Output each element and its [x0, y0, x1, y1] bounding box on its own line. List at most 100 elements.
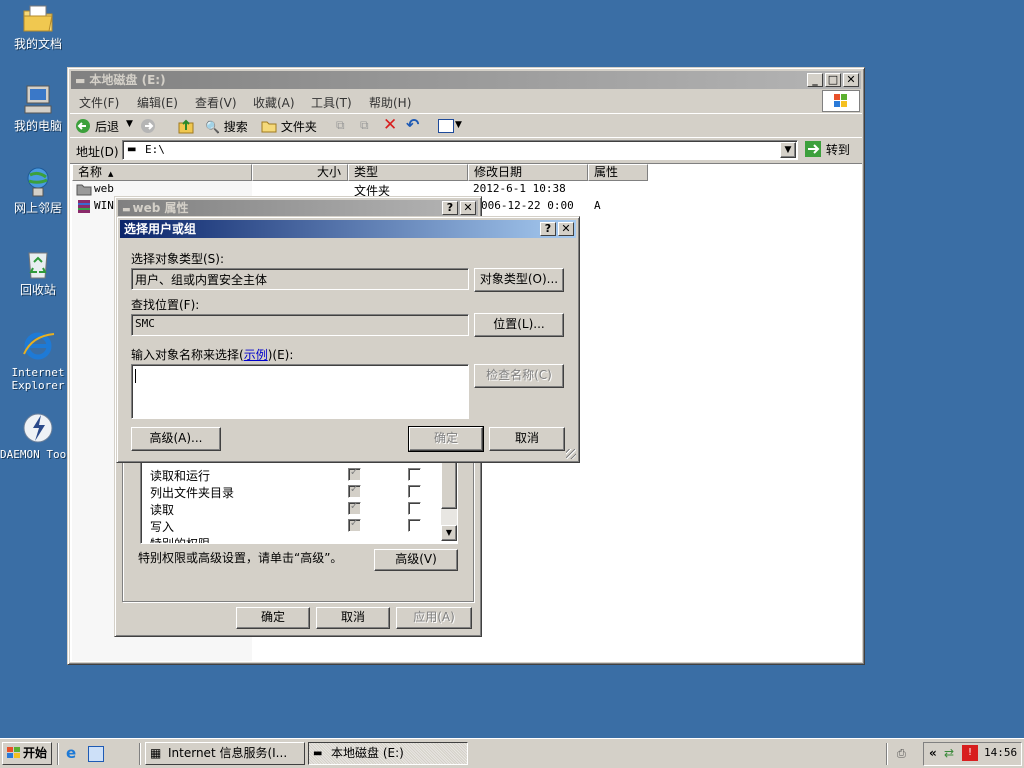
recycle-bin-icon	[21, 248, 55, 280]
taskbar: 开始 e ▦ Internet 信息服务(I... ▬ 本地磁盘 (E:) ⎙ …	[0, 738, 1024, 768]
file-name: web	[94, 182, 114, 195]
properties-cancel-button[interactable]: 取消	[316, 607, 390, 629]
desktop-icon-network[interactable]: 网上邻居	[0, 166, 76, 215]
deny-checkbox[interactable]	[408, 519, 421, 532]
show-desktop-icon[interactable]	[88, 746, 104, 762]
file-row[interactable]: web 文件夹 2012-6-1 10:38	[76, 182, 656, 198]
task-button-explorer[interactable]: ▬ 本地磁盘 (E:)	[308, 742, 468, 765]
address-dropdown-button[interactable]: ▼	[780, 142, 796, 158]
file-modified: 006-12-22 0:00	[481, 199, 574, 212]
maximize-button[interactable]: □	[825, 73, 841, 87]
object-types-button[interactable]: 对象类型(O)...	[474, 268, 564, 292]
taskbar-separator	[139, 743, 141, 765]
resize-grip-icon[interactable]	[566, 449, 576, 459]
close-button[interactable]: ✕	[843, 73, 859, 87]
winrar-archive-icon	[78, 200, 90, 213]
system-tray: « ⇄ ! 14:56	[923, 742, 1022, 766]
folders-label: 文件夹	[280, 120, 317, 134]
permission-label: 写入	[150, 520, 175, 534]
start-button[interactable]: 开始	[2, 742, 52, 765]
deny-checkbox[interactable]	[408, 502, 421, 515]
taskbar-separator	[886, 743, 888, 765]
deny-checkbox[interactable]	[408, 485, 421, 498]
menu-favorites[interactable]: 收藏(A)	[253, 94, 295, 111]
desktop-icon-label: Internet Explorer	[11, 366, 65, 392]
forward-button[interactable]	[140, 118, 156, 137]
windows-flag-icon	[7, 747, 20, 758]
printer-tray-icon[interactable]: ⎙	[897, 747, 915, 761]
deny-checkbox[interactable]	[408, 468, 421, 481]
task-button-iis[interactable]: ▦ Internet 信息服务(I...	[145, 742, 305, 765]
desktop-icon-label: 我的电脑	[13, 119, 62, 133]
start-label: 开始	[23, 746, 48, 760]
text-cursor	[135, 369, 136, 383]
locations-button[interactable]: 位置(L)...	[474, 313, 564, 337]
folders-button[interactable]: 文件夹	[261, 118, 317, 135]
up-folder-button[interactable]	[178, 118, 194, 137]
back-label: 后退	[95, 120, 120, 134]
views-dropdown-icon[interactable]: ▼	[455, 120, 462, 130]
network-tray-icon[interactable]: ⇄	[944, 746, 954, 760]
object-names-input[interactable]	[131, 364, 469, 419]
network-icon	[21, 166, 55, 198]
desktop-icon-my-computer[interactable]: 我的电脑	[0, 84, 76, 133]
menu-view[interactable]: 查看(V)	[195, 94, 237, 111]
column-header-size[interactable]: 大小	[252, 164, 348, 181]
allow-checkbox	[348, 518, 361, 532]
enter-names-label-text: )(E):	[267, 348, 294, 362]
go-arrow-icon	[805, 141, 821, 157]
desktop-icon-my-documents[interactable]: 我的文档	[0, 2, 76, 51]
properties-titlebar[interactable]: ▬ web 属性 ? ✕	[118, 200, 478, 217]
examples-link[interactable]: 示例	[244, 348, 268, 362]
close-button[interactable]: ✕	[558, 222, 574, 236]
desktop-icon-label: 我的文档	[13, 37, 62, 51]
desktop-icon-recycle-bin[interactable]: 回收站	[0, 248, 76, 297]
scroll-down-button[interactable]: ▼	[441, 525, 457, 541]
object-type-value: 用户、组或内置安全主体	[135, 273, 268, 287]
properties-advanced-button[interactable]: 高级(V)	[374, 549, 458, 571]
move-to-icon[interactable]: ⧉	[336, 118, 352, 134]
explorer-titlebar[interactable]: ▬ 本地磁盘 (E:) _ □ ✕	[71, 71, 861, 89]
help-button[interactable]: ?	[442, 201, 458, 215]
menu-help[interactable]: 帮助(H)	[369, 94, 411, 111]
properties-apply-button: 应用(A)	[396, 607, 472, 629]
column-header-modified[interactable]: 修改日期	[468, 164, 588, 181]
delete-icon[interactable]: ✕	[383, 115, 397, 135]
properties-title: web 属性	[132, 201, 189, 215]
menu-file[interactable]: 文件(F)	[79, 94, 119, 111]
minimize-button[interactable]: _	[807, 73, 823, 87]
toolbar-divider	[70, 137, 862, 138]
copy-to-icon[interactable]: ⧉	[360, 118, 376, 134]
close-button[interactable]: ✕	[460, 201, 476, 215]
tray-expand-icon[interactable]: «	[929, 746, 937, 760]
menu-tools[interactable]: 工具(T)	[311, 94, 352, 111]
security-tray-icon[interactable]: !	[962, 745, 978, 761]
ie-icon	[21, 330, 55, 362]
search-button[interactable]: 🔍 搜索	[205, 118, 248, 135]
permission-label: 读取	[150, 503, 175, 517]
location-field: SMC	[131, 314, 469, 336]
select-advanced-button[interactable]: 高级(A)...	[131, 427, 221, 451]
desktop-icon-internet-explorer[interactable]: Internet Explorer	[0, 330, 76, 392]
go-button[interactable]: 转到	[804, 140, 850, 158]
select-cancel-button[interactable]: 取消	[489, 427, 565, 451]
task-label: 本地磁盘 (E:)	[331, 746, 404, 760]
undo-icon[interactable]: ↶	[406, 115, 419, 134]
column-header-name[interactable]: 名称 ▲	[72, 164, 252, 181]
help-button[interactable]: ?	[540, 222, 556, 236]
desktop-icon-daemon-tools[interactable]: DAEMON Tools	[0, 412, 79, 461]
drive-icon: ▬	[75, 74, 86, 87]
up-folder-icon	[178, 119, 194, 134]
file-name: WIN	[94, 199, 114, 212]
properties-ok-button[interactable]: 确定	[236, 607, 310, 629]
column-header-type[interactable]: 类型	[348, 164, 468, 181]
permission-label: 列出文件夹目录	[150, 486, 235, 500]
menu-edit[interactable]: 编辑(E)	[137, 94, 178, 111]
column-header-attributes[interactable]: 属性	[588, 164, 648, 181]
select-users-titlebar[interactable]: 选择用户或组 ? ✕	[120, 220, 576, 238]
select-users-title: 选择用户或组	[124, 222, 197, 236]
address-input[interactable]: ▬ E:\ ▼	[122, 140, 798, 160]
views-icon[interactable]	[438, 119, 454, 133]
ie-quicklaunch-icon[interactable]: e	[66, 746, 82, 762]
folder-documents-icon	[21, 2, 55, 34]
